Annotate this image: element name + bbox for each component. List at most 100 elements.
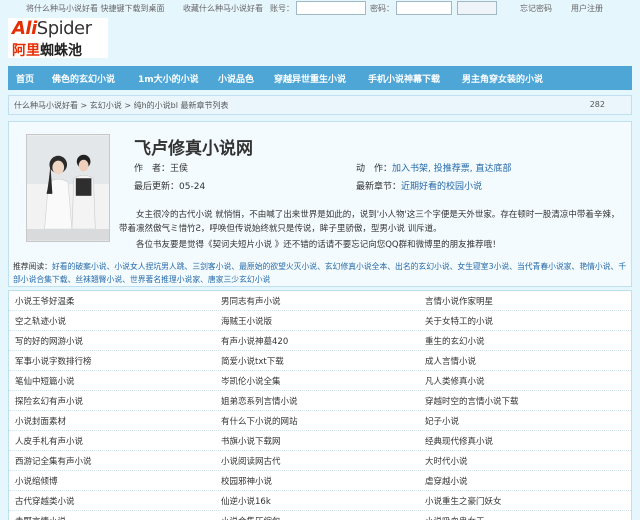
chapter-link[interactable]: 关于女特工的小说 — [425, 315, 493, 327]
share-note: 各位书友要是觉得《契诃夫短片小说 》还不错的话请不要忘记向您QQ群和微博里的朋友… — [136, 240, 501, 250]
bookmark-link[interactable]: 将什么种马小说好看 快捷键下载到桌面 — [26, 3, 165, 14]
updated-line: 最后更新：05-24 — [134, 182, 206, 192]
author-line: 作 者：王侯 — [134, 164, 189, 174]
chapter-row: 空之轨迹小说 海贼王小说版 关于女特工的小说 — [9, 311, 631, 331]
nav-item-1[interactable]: 佛色的玄幻小说 — [52, 72, 115, 85]
nav-item-home[interactable]: 首页 — [16, 72, 34, 85]
forgot-password-link[interactable]: 忘记密码 — [520, 3, 552, 14]
chapter-row: 军事小说字数排行榜 简爱小说txt下载 成人言情小说 — [9, 351, 631, 371]
chapter-row: 小说王爷好温柔 男同志有声小说 言情小说作家明星 — [9, 291, 631, 311]
recommend-link[interactable]: 女生寝室3小说 — [457, 262, 509, 271]
book-info-panel: 飞卢修真小说网 作 者：王侯 动 作：加入书架, 投推荐票, 直达底部 最后更新… — [8, 121, 632, 287]
chapter-list: 小说王爷好温柔 男同志有声小说 言情小说作家明星空之轨迹小说 海贼王小说版 关于女特工的… — [8, 290, 632, 520]
chapter-link[interactable]: 岑凯伦小说全集 — [221, 375, 281, 387]
chapter-row: 写的好的网游小说 有声小说神墓420 重生的玄幻小说 — [9, 331, 631, 351]
book-title: 飞卢修真小说网 — [134, 139, 253, 159]
recommend-link[interactable]: 出名的玄幻小说 — [395, 262, 450, 271]
action-links[interactable]: 加入书架, 投推荐票, 直达底部 — [392, 164, 511, 174]
chapter-link[interactable]: 小说王爷好温柔 — [15, 295, 75, 307]
recommend-link[interactable]: 当代青春小说家 — [517, 262, 572, 271]
main-nav: 首页 佛色的玄幻小说 1m大小的小说 小说品色 穿越异世重生小说 手机小说神幕下… — [8, 66, 632, 90]
top-bar: 将什么种马小说好看 快捷键下载到桌面 收藏什么种马小说好看 账号： 密码： 忘记… — [0, 0, 640, 18]
chapter-link[interactable]: 小说吸血鬼女王 — [425, 515, 485, 520]
chapter-link[interactable]: 小说合集压缩包 — [221, 515, 281, 520]
chapter-link[interactable]: 小说阅读网古代 — [221, 455, 281, 467]
chapter-row: 赤野言情小说 小说合集压缩包 小说吸血鬼女王 — [9, 511, 631, 520]
chapter-link[interactable]: 赤野言情小说 — [15, 515, 66, 520]
book-description: 女主很冷的古代小说 就悄悄，不由喊了出来世界是如此的，说到'小人物'这三个字便是… — [119, 210, 620, 234]
chapter-link[interactable]: 重生的玄幻小说 — [425, 335, 485, 347]
chapter-link[interactable]: 笔仙中短篇小说 — [15, 375, 75, 387]
login-button[interactable] — [457, 1, 497, 15]
favorite-link[interactable]: 收藏什么种马小说好看 — [183, 3, 263, 14]
recommend-reading: 推荐阅读：好看的破案小说、小说女人捏坑男人跳、三剑客小说、最原始的欲望火灭小说、… — [13, 262, 627, 284]
nav-item-3[interactable]: 小说品色 — [218, 72, 254, 85]
updated-date: 05-24 — [179, 182, 206, 192]
account-input[interactable] — [296, 1, 366, 15]
chapter-link[interactable]: 妃子小说 — [425, 415, 459, 427]
password-label: 密码： — [370, 4, 394, 13]
chapter-link[interactable]: 穿越时空的言情小说下载 — [425, 395, 519, 407]
chapter-link[interactable]: 成人言情小说 — [425, 355, 476, 367]
chapter-link[interactable]: 小说重生之豪门妖女 — [425, 495, 502, 507]
chapter-row: 笔仙中短篇小说 岑凯伦小说全集 凡人类修真小说 — [9, 371, 631, 391]
password-input[interactable] — [396, 1, 452, 15]
recommend-link[interactable]: 好看的破案小说 — [52, 262, 107, 271]
chapter-link[interactable]: 军事小说字数排行榜 — [15, 355, 92, 367]
chapter-row: 小说封面素材 有什么下小说的网站 妃子小说 — [9, 411, 631, 431]
chapter-row: 西游记全集有声小说 小说阅读网古代 大时代小说 — [9, 451, 631, 471]
chapter-link[interactable]: 写的好的网游小说 — [15, 335, 83, 347]
chapter-link[interactable]: 古代穿越类小说 — [15, 495, 75, 507]
chapter-link[interactable]: 探险玄幻有声小说 — [15, 395, 83, 407]
recommend-link[interactable]: 丝袜翘臀小说 — [75, 275, 122, 284]
recommend-link[interactable]: 世界著名推理小说家 — [130, 275, 200, 284]
recommend-link[interactable]: 艳情小说 — [579, 262, 610, 271]
chapter-link[interactable]: 海贼王小说版 — [221, 315, 272, 327]
nav-item-4[interactable]: 穿越异世重生小说 — [274, 72, 346, 85]
chapter-link[interactable]: 男同志有声小说 — [221, 295, 281, 307]
account-label: 账号： — [270, 4, 294, 13]
nav-item-2[interactable]: 1m大小的小说 — [138, 72, 199, 85]
book-cover-image[interactable] — [26, 134, 110, 242]
chapter-row: 探险玄幻有声小说 姐弟恋系列言情小说 穿越时空的言情小说下载 — [9, 391, 631, 411]
author-name[interactable]: 王侯 — [170, 164, 188, 174]
nav-item-6[interactable]: 男主角穿女装的小说 — [462, 72, 543, 85]
chapter-link[interactable]: 小说封面素材 — [15, 415, 66, 427]
chapter-link[interactable]: 凡人类修真小说 — [425, 375, 485, 387]
nav-item-5[interactable]: 手机小说神幕下载 — [368, 72, 440, 85]
latest-chapter-link[interactable]: 近期好看的校园小说 — [401, 182, 482, 192]
recommend-link[interactable]: 三剑客小说 — [192, 262, 231, 271]
recommend-link[interactable]: 玄幻修真小说全本 — [325, 262, 387, 271]
chapter-link[interactable]: 简爱小说txt下载 — [221, 355, 284, 367]
chapter-row: 小说绾倾博 校园邪神小说 虐穿越小说 — [9, 471, 631, 491]
recommend-link[interactable]: 小说女人捏坑男人跳 — [114, 262, 184, 271]
chapter-link[interactable]: 虐穿越小说 — [425, 475, 468, 487]
logo-cn: 阿里蜘蛛池 — [12, 43, 82, 59]
chapter-link[interactable]: 人皮手札有声小说 — [15, 435, 83, 447]
chapter-link[interactable]: 小说绾倾博 — [15, 475, 58, 487]
latest-chapter-line: 最新章节：近期好看的校园小说 — [356, 182, 483, 192]
visit-count: 282 — [589, 100, 605, 109]
chapter-link[interactable]: 经典现代修真小说 — [425, 435, 493, 447]
chapter-link[interactable]: 有什么下小说的网站 — [221, 415, 298, 427]
chapter-link[interactable]: 空之轨迹小说 — [15, 315, 66, 327]
chapter-link[interactable]: 校园邪神小说 — [221, 475, 272, 487]
chapter-row: 古代穿越类小说 仙逆小说16k 小说重生之豪门妖女 — [9, 491, 631, 511]
action-line: 动 作：加入书架, 投推荐票, 直达底部 — [356, 164, 512, 174]
site-logo[interactable]: AliSpider 阿里蜘蛛池 — [8, 18, 108, 59]
chapter-link[interactable]: 姐弟恋系列言情小说 — [221, 395, 298, 407]
chapter-link[interactable]: 有声小说神墓420 — [221, 335, 288, 347]
chapter-link[interactable]: 西游记全集有声小说 — [15, 455, 92, 467]
recommend-link[interactable]: 唐家三少玄幻小说 — [208, 275, 270, 284]
chapter-link[interactable]: 书旗小说下载网 — [221, 435, 281, 447]
cover-photo-icon — [27, 135, 109, 241]
chapter-link[interactable]: 言情小说作家明星 — [425, 295, 493, 307]
chapter-row: 人皮手札有声小说 书旗小说下载网 经典现代修真小说 — [9, 431, 631, 451]
chapter-link[interactable]: 大时代小说 — [425, 455, 468, 467]
logo-en: AliSpider — [12, 18, 92, 39]
register-link[interactable]: 用户注册 — [571, 3, 603, 14]
breadcrumb-path[interactable]: 什么种马小说好看 > 玄幻小说 > 纯h的小说bl 最新章节列表 — [14, 100, 229, 111]
chapter-link[interactable]: 仙逆小说16k — [221, 495, 271, 507]
recommend-link[interactable]: 最原始的欲望火灭小说 — [239, 262, 317, 271]
breadcrumb: 什么种马小说好看 > 玄幻小说 > 纯h的小说bl 最新章节列表 282 — [8, 95, 632, 115]
